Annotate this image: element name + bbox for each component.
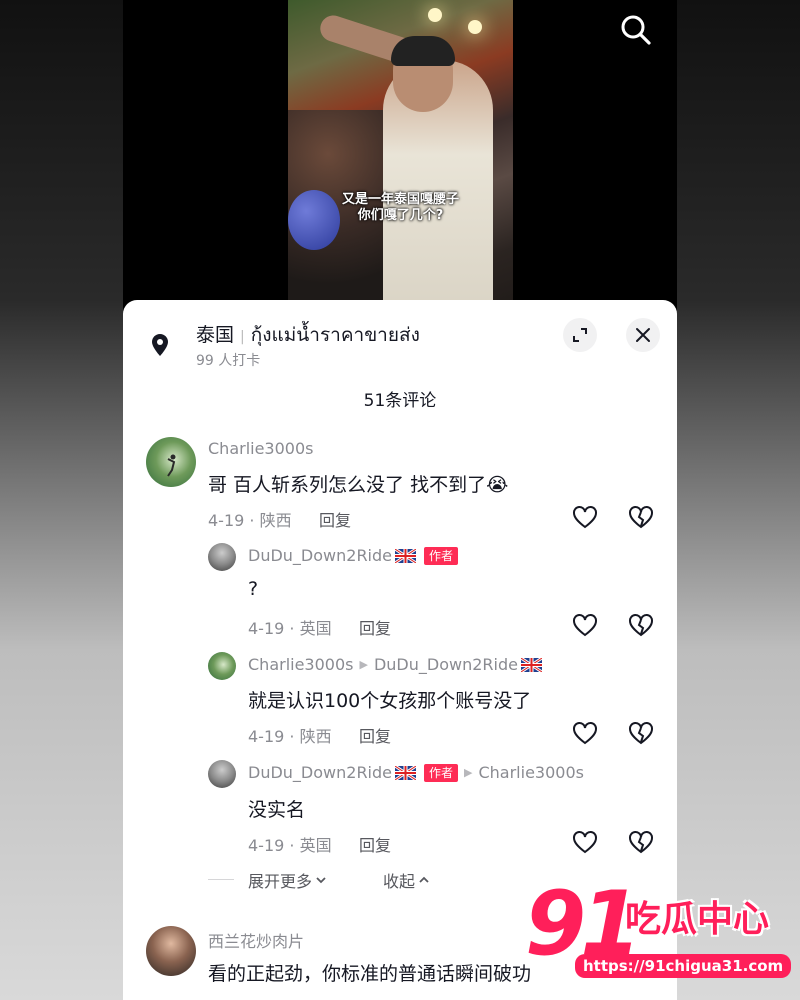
reply-username[interactable]: Charlie3000s bbox=[248, 655, 353, 674]
reply-to-arrow-icon: ▶ bbox=[464, 766, 473, 779]
comment-region: 陕西 bbox=[259, 511, 292, 530]
chevron-down-icon bbox=[316, 877, 326, 884]
watermark-logo: 91 吃瓜中心 https://91chigua31.com bbox=[525, 880, 800, 990]
broken-heart-icon[interactable] bbox=[627, 612, 655, 638]
location-place: กุ้งแม่น้ำราคาขายส่ง bbox=[250, 324, 420, 346]
comment-text: 看的正起劲，你标准的普通话瞬间破功 bbox=[208, 963, 532, 985]
location-separator: | bbox=[240, 329, 245, 345]
crying-emoji: 😭 bbox=[486, 474, 509, 496]
reply-to-username[interactable]: Charlie3000s bbox=[478, 763, 583, 782]
reply-region: 英国 bbox=[299, 619, 332, 638]
broken-heart-icon[interactable] bbox=[627, 829, 655, 855]
reply-meta: 4-19 · 英国 bbox=[248, 836, 332, 855]
phone-screen: 又是一年泰国嘎腰子 你们嘎了几个? 泰国 | กุ้งแม่น้ำราคาขายส่… bbox=[123, 0, 677, 1000]
reply-region: 陕西 bbox=[299, 727, 332, 746]
comment-text-body: 哥 百人斩系列怎么没了 找不到了 bbox=[208, 474, 487, 496]
reply-button[interactable]: 回复 bbox=[319, 507, 351, 531]
expand-more-label: 展开更多 bbox=[248, 872, 313, 891]
uk-flag-icon bbox=[395, 765, 416, 780]
comment-username[interactable]: 西兰花炒肉片 bbox=[208, 928, 304, 952]
uk-flag-icon bbox=[520, 657, 542, 672]
reply-to-arrow-icon: ▶ bbox=[359, 658, 368, 671]
heart-icon[interactable] bbox=[571, 504, 599, 530]
reply-date: 4-19 bbox=[248, 619, 285, 638]
heart-icon[interactable] bbox=[571, 612, 599, 638]
reply-username[interactable]: DuDu_Down2Ride bbox=[248, 546, 392, 565]
avatar-figure-icon bbox=[167, 454, 176, 477]
search-icon bbox=[621, 15, 651, 45]
caption-line-1: 又是一年泰国嘎腰子 bbox=[341, 192, 459, 207]
reply-region: 英国 bbox=[299, 836, 332, 855]
video-player[interactable]: 又是一年泰国嘎腰子 你们嘎了几个? bbox=[123, 0, 677, 330]
avatar[interactable] bbox=[208, 760, 236, 788]
reply-button[interactable]: 回复 bbox=[359, 723, 391, 747]
heart-icon[interactable] bbox=[571, 829, 599, 855]
comment-text: 哥 百人斩系列怎么没了 找不到了😭 bbox=[208, 470, 508, 497]
video-frame[interactable] bbox=[288, 0, 513, 330]
close-button[interactable] bbox=[626, 318, 660, 352]
chevron-up-icon bbox=[419, 876, 429, 883]
reply-meta: 4-19 · 陕西 bbox=[248, 727, 332, 746]
reply-username-row: Charlie3000s ▶ DuDu_Down2Ride bbox=[248, 655, 542, 674]
avatar[interactable] bbox=[146, 926, 196, 976]
broken-heart-icon[interactable] bbox=[627, 720, 655, 746]
comment-username[interactable]: Charlie3000s bbox=[208, 439, 313, 458]
comment-meta: 4-19 · 陕西 bbox=[208, 511, 292, 530]
location-country: 泰国 bbox=[196, 324, 235, 346]
broken-heart-icon[interactable] bbox=[627, 504, 655, 530]
location-pin-icon bbox=[152, 334, 168, 356]
reply-button[interactable]: 回复 bbox=[359, 832, 391, 856]
reply-username-row: DuDu_Down2Ride 作者 ▶ Charlie3000s bbox=[248, 763, 584, 782]
video-caption: 又是一年泰国嘎腰子 你们嘎了几个? bbox=[328, 192, 473, 224]
uk-flag-icon bbox=[395, 548, 416, 563]
collapse-label: 收起 bbox=[383, 872, 416, 891]
reply-text: ? bbox=[248, 578, 259, 600]
reply-to-username[interactable]: DuDu_Down2Ride bbox=[374, 655, 518, 674]
avatar[interactable] bbox=[208, 543, 236, 571]
expand-more-button[interactable]: 展开更多 bbox=[248, 868, 328, 892]
watermark-url: https://91chigua31.com bbox=[575, 954, 792, 978]
reply-meta: 4-19 · 英国 bbox=[248, 619, 332, 638]
reply-button[interactable]: 回复 bbox=[359, 615, 391, 639]
person-hair bbox=[391, 36, 455, 66]
comment-date: 4-19 bbox=[208, 511, 245, 530]
reply-username-row: DuDu_Down2Ride 作者 bbox=[248, 546, 459, 565]
collapse-button[interactable]: 收起 bbox=[383, 868, 431, 892]
reply-username[interactable]: DuDu_Down2Ride bbox=[248, 763, 392, 782]
close-icon bbox=[636, 328, 650, 342]
author-badge: 作者 bbox=[424, 763, 459, 782]
comments-count: 51条评论 bbox=[363, 391, 437, 411]
expand-icon bbox=[573, 328, 587, 342]
location-checkins: 99 人打卡 bbox=[196, 353, 261, 369]
caption-line-2: 你们嘎了几个? bbox=[357, 208, 444, 223]
stage-light bbox=[468, 20, 482, 34]
author-badge: 作者 bbox=[424, 546, 459, 565]
reply-date: 4-19 bbox=[248, 727, 285, 746]
location-title[interactable]: 泰国 | กุ้งแม่น้ำราคาขายส่ง bbox=[196, 320, 420, 350]
expand-button[interactable] bbox=[563, 318, 597, 352]
reply-text: 就是认识100个女孩那个账号没了 bbox=[248, 690, 532, 712]
search-button[interactable] bbox=[618, 12, 654, 48]
reply-text: 没实名 bbox=[248, 799, 306, 821]
watermark-text: 吃瓜中心 bbox=[625, 899, 770, 940]
avatar[interactable] bbox=[208, 652, 236, 680]
stage-light bbox=[428, 8, 442, 22]
avatar[interactable] bbox=[146, 437, 196, 487]
heart-icon[interactable] bbox=[571, 720, 599, 746]
expand-divider bbox=[208, 879, 234, 880]
reply-date: 4-19 bbox=[248, 836, 285, 855]
